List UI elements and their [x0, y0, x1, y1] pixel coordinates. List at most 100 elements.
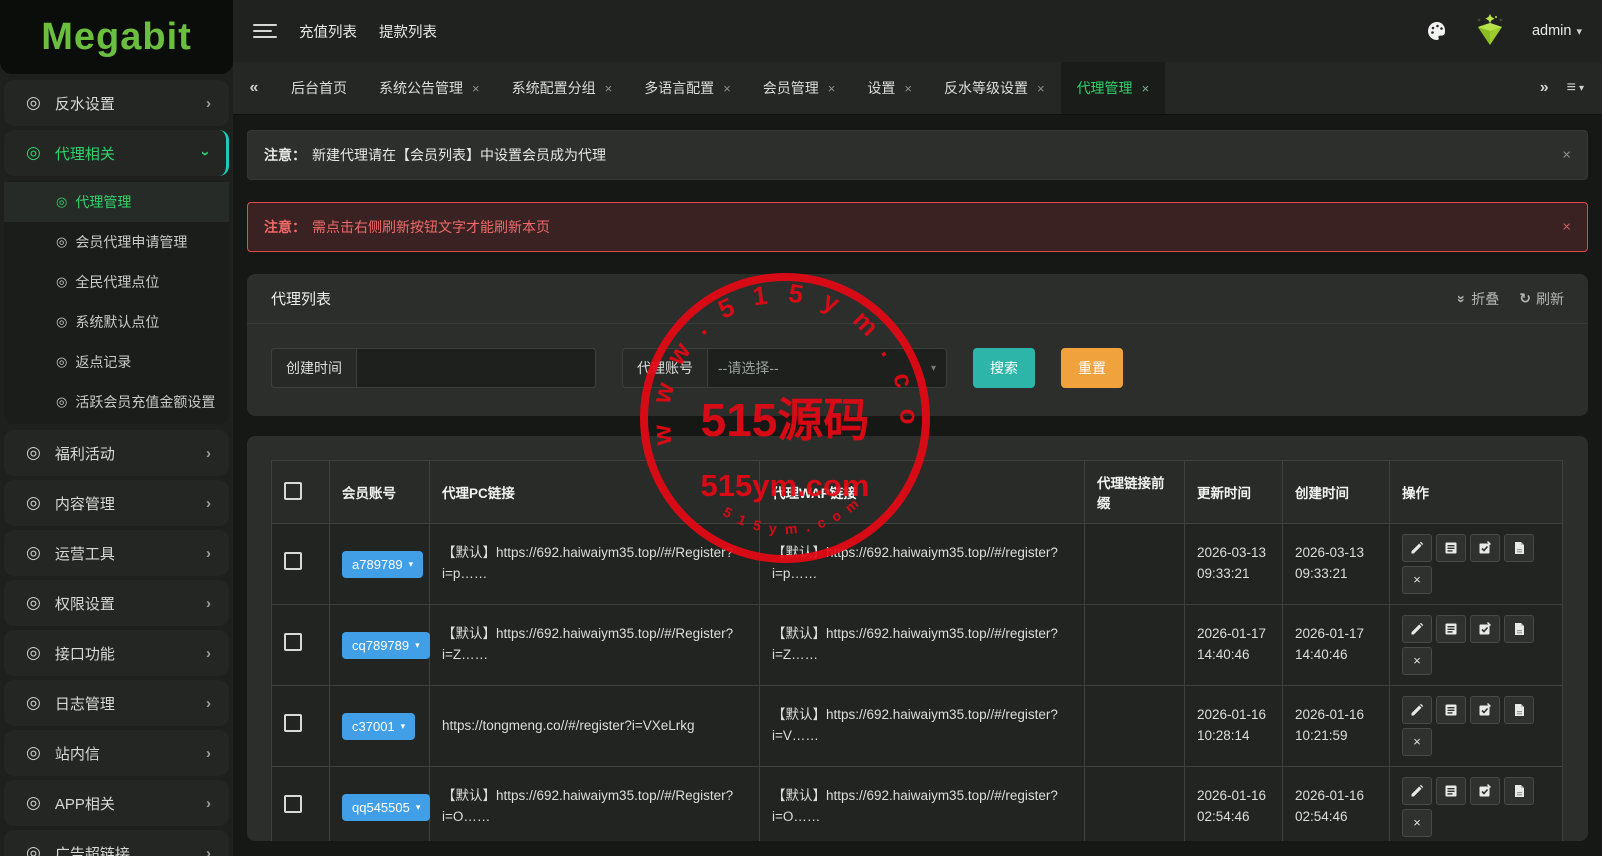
chevron-down-icon: ▾: [1578, 82, 1584, 94]
close-icon[interactable]: ×: [723, 81, 731, 96]
alert-prefix: 注意：: [264, 219, 306, 235]
sidebar-item-operation-tools[interactable]: ◎ 运营工具 ›: [4, 530, 229, 576]
log-list-button[interactable]: [1436, 696, 1466, 724]
row-checkbox[interactable]: [284, 551, 302, 570]
sidebar-item-label: APP相关: [54, 795, 115, 813]
topbar-item-recharge-list[interactable]: 充值列表: [299, 21, 357, 42]
tab-rebate-level[interactable]: 反水等级设置 ×: [928, 62, 1061, 114]
sidebar-subitem-agent-manage[interactable]: ◎ 代理管理: [4, 182, 229, 222]
edit-button[interactable]: [1402, 615, 1432, 643]
search-button[interactable]: 搜索: [973, 348, 1035, 388]
sidebar-subitem-rebate-records[interactable]: ◎ 返点记录: [4, 342, 229, 382]
updated-cell: 2026-01-16 02:54:46: [1184, 766, 1283, 841]
edit-check-button[interactable]: [1470, 534, 1500, 562]
refresh-button[interactable]: ↻ 刷新: [1519, 289, 1564, 309]
sidebar-item-app-related[interactable]: ◎ APP相关 ›: [4, 780, 229, 826]
tab-multilanguage[interactable]: 多语言配置 ×: [628, 62, 747, 114]
tabs-scroll-end-icon[interactable]: »: [1540, 79, 1549, 97]
account-dropdown-button[interactable]: qq545505 ▾: [342, 793, 431, 821]
account-dropdown-button[interactable]: c37001 ▾: [342, 712, 416, 740]
sidebar-item-permissions[interactable]: ◎ 权限设置 ›: [4, 580, 229, 626]
sidebar-subitem-all-agent-points[interactable]: ◎ 全民代理点位: [4, 262, 229, 302]
tab-settings[interactable]: 设置 ×: [851, 62, 928, 114]
close-icon[interactable]: ×: [828, 81, 836, 96]
edit-check-button[interactable]: [1470, 615, 1500, 643]
edit-button[interactable]: [1402, 696, 1432, 724]
tab-member-manage[interactable]: 会员管理 ×: [747, 62, 852, 114]
file-button[interactable]: [1504, 534, 1534, 562]
warning-alert: 注意： 需点击右侧刷新按钮文字才能刷新本页 ×: [247, 202, 1588, 252]
user-menu[interactable]: admin ▾: [1532, 23, 1582, 39]
sidebar: Megabit ◎ 反水设置 › ◎ 代理相关 › ◎ 代理管理 ◎ 会员代理申…: [0, 0, 233, 856]
reset-button[interactable]: 重置: [1061, 348, 1123, 388]
tab-system-announcement[interactable]: 系统公告管理 ×: [363, 62, 496, 114]
close-icon[interactable]: ×: [1142, 81, 1150, 96]
sidebar-item-content[interactable]: ◎ 内容管理 ›: [4, 480, 229, 526]
edit-button[interactable]: [1402, 777, 1432, 805]
sidebar-item-ad-hyperlink[interactable]: ◎ 广告超链接 ›: [4, 830, 229, 856]
col-pc-link: 代理PC链接: [429, 460, 760, 524]
tabs-scroll-start-icon[interactable]: «: [233, 62, 275, 114]
sidebar-subitem-system-default-points[interactable]: ◎ 系统默认点位: [4, 302, 229, 342]
col-updated: 更新时间: [1184, 460, 1283, 524]
delete-button[interactable]: ×: [1402, 809, 1432, 837]
file-button[interactable]: [1504, 777, 1534, 805]
topbar-item-withdraw-list[interactable]: 提款列表: [379, 21, 437, 42]
close-icon[interactable]: ×: [472, 81, 480, 96]
edit-check-button[interactable]: [1470, 696, 1500, 724]
chevron-right-icon: ›: [206, 544, 211, 562]
sidebar-subitem-active-member-recharge[interactable]: ◎ 活跃会员充值金额设置: [4, 382, 229, 422]
created-cell: 2026-01-17 14:40:46: [1282, 604, 1390, 686]
file-button[interactable]: [1504, 696, 1534, 724]
chevron-right-icon: ›: [206, 744, 211, 762]
tab-agent-manage[interactable]: 代理管理 ×: [1060, 62, 1166, 114]
sidebar-subitem-member-agent-apply[interactable]: ◎ 会员代理申请管理: [4, 222, 229, 262]
table-row: qq545505 ▾ 【默认】https://692.haiwaiym35.top…: [271, 766, 1563, 841]
log-list-button[interactable]: [1436, 777, 1466, 805]
sidebar-item-api-functions[interactable]: ◎ 接口功能 ›: [4, 630, 229, 676]
chevron-right-icon: ›: [206, 694, 211, 712]
hamburger-icon[interactable]: [253, 24, 277, 38]
delete-button[interactable]: ×: [1402, 566, 1432, 594]
sidebar-item-agent-related[interactable]: ◎ 代理相关 ›: [4, 130, 229, 176]
edit-check-button[interactable]: [1470, 777, 1500, 805]
palette-icon[interactable]: [1426, 20, 1448, 42]
file-button[interactable]: [1504, 615, 1534, 643]
ring-icon: ◎: [26, 593, 41, 612]
agent-account-select[interactable]: --请选择-- ▾: [708, 349, 946, 387]
tabs-menu-icon[interactable]: ≡ ▾: [1567, 79, 1584, 97]
ring-icon: ◎: [56, 394, 68, 409]
sidebar-item-welfare[interactable]: ◎ 福利活动 ›: [4, 430, 229, 476]
sidebar-item-rebate-settings[interactable]: ◎ 反水设置 ›: [4, 80, 229, 126]
close-icon[interactable]: ×: [1562, 219, 1571, 236]
row-checkbox[interactable]: [284, 713, 302, 732]
tab-system-config-group[interactable]: 系统配置分组 ×: [496, 62, 629, 114]
gem-avatar-icon[interactable]: [1470, 13, 1510, 49]
sidebar-item-site-mail[interactable]: ◎ 站内信 ›: [4, 730, 229, 776]
close-icon[interactable]: ×: [904, 81, 912, 96]
row-checkbox[interactable]: [284, 632, 302, 651]
log-list-button[interactable]: [1436, 615, 1466, 643]
sidebar-item-logs[interactable]: ◎ 日志管理 ›: [4, 680, 229, 726]
chevron-right-icon: ›: [206, 494, 211, 512]
chevron-down-icon: ▾: [415, 639, 420, 650]
account-dropdown-button[interactable]: a789789 ▾: [342, 550, 424, 578]
delete-button[interactable]: ×: [1402, 728, 1432, 756]
col-wap-link: 代理WAP链接: [759, 460, 1085, 524]
close-icon[interactable]: ×: [1037, 81, 1045, 96]
sidebar-subitem-label: 全民代理点位: [75, 274, 160, 290]
select-all-checkbox[interactable]: [284, 481, 302, 500]
edit-button[interactable]: [1402, 534, 1432, 562]
row-checkbox[interactable]: [284, 794, 302, 813]
tab-dashboard[interactable]: 后台首页: [275, 62, 363, 114]
created-time-input[interactable]: [357, 349, 595, 387]
wap-link-cell: 【默认】https://692.haiwaiym35.top//#/regist…: [759, 523, 1085, 605]
close-icon[interactable]: ×: [1562, 147, 1571, 164]
collapse-label: 折叠: [1471, 290, 1500, 307]
delete-button[interactable]: ×: [1402, 647, 1432, 675]
sidebar-item-label: 广告超链接: [54, 845, 130, 856]
account-dropdown-button[interactable]: cq789789 ▾: [342, 631, 430, 659]
collapse-button[interactable]: » 折叠: [1454, 289, 1500, 309]
close-icon[interactable]: ×: [605, 81, 613, 96]
log-list-button[interactable]: [1436, 534, 1466, 562]
